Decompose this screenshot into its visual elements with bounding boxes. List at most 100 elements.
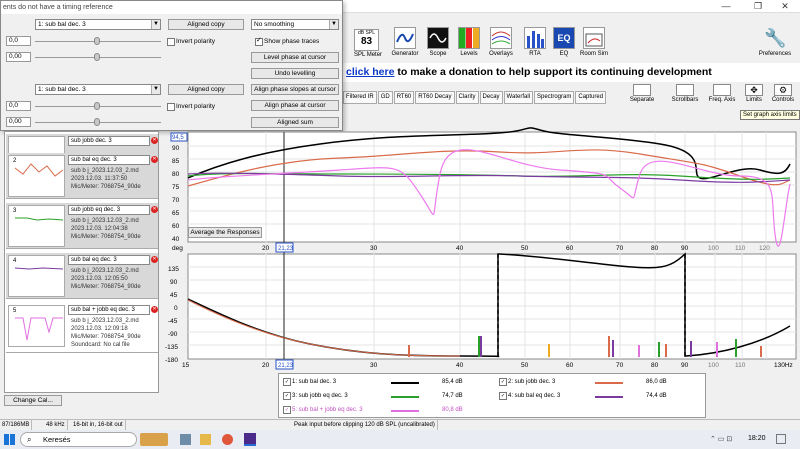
gain-input-1[interactable]: 0,00 [6, 52, 31, 62]
info-mic: Mic/Meter: 7068754_90de [71, 284, 141, 290]
notification-icon[interactable] [776, 434, 786, 444]
tray-icons[interactable]: ⌃ ▭ ⊡ [710, 435, 732, 443]
info-mic: Mic/Meter: 7068754_90de [71, 234, 141, 240]
tool-scope[interactable]: Scope [423, 27, 453, 57]
tool-levels[interactable]: Levels [454, 27, 484, 57]
close-window-button[interactable]: ✕ [772, 0, 798, 13]
windows-start-icon[interactable] [4, 434, 15, 445]
measurement-name[interactable]: sub jobb eq dec. 3 [68, 205, 150, 215]
change-cal-button[interactable]: Change Cal... [4, 395, 62, 406]
minimize-button[interactable]: — [713, 0, 739, 13]
tool-label: Overlays [489, 51, 513, 57]
legend-item-3[interactable]: 3: sub jobb eq dec. 3 [283, 392, 348, 400]
tool-overlays[interactable]: Overlays [486, 27, 516, 57]
delay-input-2[interactable]: 0,0 [6, 101, 31, 111]
clock[interactable]: 18:20 [748, 435, 766, 442]
measurement-item-5[interactable]: 5 sub bal + jobb eq dec. 3 sub b j_2023.… [6, 303, 158, 353]
close-icon[interactable]: ✕ [151, 306, 158, 313]
smoothing-select[interactable]: No smoothing ▼ [251, 19, 339, 30]
gain-slider-2-handle[interactable] [94, 118, 100, 126]
tab-rt60-decay[interactable]: RT60 Decay [415, 91, 455, 104]
phase-tick: -90 [168, 331, 178, 338]
delay-slider-2-handle[interactable] [94, 102, 100, 110]
delay-input-1[interactable]: 0,0 [6, 36, 31, 46]
close-icon[interactable]: ✕ [151, 137, 158, 144]
freq-tick: 90 [681, 362, 689, 369]
average-responses-button[interactable]: Average the Responses [188, 227, 262, 238]
measurement-item-4[interactable]: 4 sub bal eq dec. 3 sub b j_2023.12.03_2… [6, 253, 158, 299]
close-icon[interactable]: ✕ [151, 206, 158, 213]
measurement-thumbnail: 5 [8, 305, 65, 347]
separate-button[interactable]: Separate [624, 84, 660, 103]
spl-tick: 65 [172, 210, 180, 217]
browser-icon[interactable] [222, 434, 233, 445]
legend-value-4: 74,4 dB [646, 393, 667, 399]
phase-tick: 45 [170, 292, 178, 299]
measurement-name[interactable]: sub bal + jobb eq dec. 3 [68, 305, 150, 315]
aligned-copy-button-1[interactable]: Aligned copy [168, 19, 244, 30]
clipping-status: Peak input before clipping 120 dB SPL (u… [292, 420, 438, 430]
show-phase-traces-checkbox[interactable]: Show phase traces [255, 36, 319, 46]
freq-tick: 50 [521, 245, 529, 252]
legend-item-1[interactable]: 1: sub bal dec. 3 [283, 378, 336, 386]
legend-item-2[interactable]: 2: sub jobb dec. 3 [499, 378, 555, 386]
room-sim-icon [583, 27, 605, 49]
undo-levelling-button[interactable]: Undo levelling [251, 68, 339, 79]
close-icon[interactable]: ✕ [151, 156, 158, 163]
taskbar-search[interactable]: Keresés [20, 432, 137, 447]
freq-axis-button[interactable]: Freq. Axis [704, 84, 740, 103]
chevron-down-icon[interactable]: ▼ [329, 20, 338, 29]
tab-decay[interactable]: Decay [479, 91, 503, 104]
info-file: sub b j_2023.12.03_2.md [71, 268, 139, 274]
tool-room-sim[interactable]: Room Sim [577, 27, 611, 57]
align-phase-slopes-button[interactable]: Align phase slopes at cursor [251, 84, 339, 95]
level-phase-button[interactable]: Level phase at cursor [251, 52, 339, 63]
chevron-down-icon[interactable]: ▼ [151, 20, 160, 29]
phase-tick: -180 [165, 357, 178, 364]
tab-captured[interactable]: Captured [575, 91, 607, 104]
tab-filtered-ir[interactable]: Filtered IR [343, 91, 377, 104]
aligned-copy-button-2[interactable]: Aligned copy [168, 84, 244, 95]
invert-polarity-1[interactable]: Invert polarity [167, 37, 215, 46]
measurement-select-2[interactable]: 1: sub bal dec. 3 ▼ [35, 84, 161, 95]
tool-spl-meter[interactable]: SPL Meter [348, 52, 388, 58]
measurement-item-3[interactable]: 3 sub jobb eq dec. 3 sub b j_2023.12.03_… [6, 203, 158, 249]
tool-generator[interactable]: Generator [390, 27, 420, 57]
spl-tick: 75 [172, 184, 180, 191]
spl-plot-area[interactable] [187, 131, 797, 243]
legend-item-4[interactable]: 4: sub bal eq dec. 3 [499, 392, 560, 400]
tool-label: Scrollbars [671, 97, 699, 103]
tab-gd[interactable]: GD [377, 91, 393, 104]
scrollbars-button[interactable]: Scrollbars [667, 84, 703, 103]
tool-label: RTA [529, 51, 541, 57]
legend-item-5[interactable]: 5: sub bal + jobb eq dec. 3 [283, 406, 363, 414]
donation-link[interactable]: click here [346, 66, 394, 78]
gain-input-2[interactable]: 0,00 [6, 117, 31, 127]
tool-rta[interactable]: RTA [520, 27, 550, 57]
gain-slider-1-handle[interactable] [94, 53, 100, 61]
tool-preferences[interactable]: 🔧 Preferences [753, 27, 797, 57]
measurement-name[interactable]: sub jobb dec. 3 [68, 136, 150, 146]
delay-slider-1-handle[interactable] [94, 37, 100, 45]
controls-button[interactable]: ⚙ Controls [766, 84, 800, 103]
rew-app-icon[interactable] [244, 433, 256, 446]
measurement-name[interactable]: sub bal eq dec. 3 [68, 155, 150, 165]
tab-waterfall[interactable]: Waterfall [503, 91, 533, 104]
weather-widget-icon[interactable] [140, 433, 168, 446]
measurement-select-1[interactable]: 1: sub bal dec. 3 ▼ [35, 19, 161, 30]
graph-legend: 1: sub bal dec. 3 85,4 dB 2: sub jobb de… [278, 373, 706, 418]
tab-rt60[interactable]: RT60 [393, 91, 415, 104]
tab-clarity[interactable]: Clarity [455, 91, 479, 104]
close-icon[interactable]: ✕ [151, 256, 158, 263]
file-explorer-icon[interactable] [200, 434, 211, 445]
restore-button[interactable]: ❐ [745, 0, 771, 13]
info-date: 2023.12.03. 12:04:38 [71, 226, 128, 232]
chevron-down-icon[interactable]: ▼ [151, 85, 160, 94]
tool-label: Levels [460, 51, 478, 57]
tool-eq[interactable]: EQ EQ [549, 27, 579, 57]
measurement-item-2[interactable]: 2 sub bal eq dec. 3 sub b j_2023.12.03_2… [6, 153, 158, 199]
task-view-icon[interactable] [180, 434, 191, 445]
tab-spectrogram[interactable]: Spectrogram [534, 91, 575, 104]
measurement-name[interactable]: sub bal eq dec. 3 [68, 255, 150, 265]
spl-meter-display[interactable]: dB SPL 83 [354, 29, 379, 51]
